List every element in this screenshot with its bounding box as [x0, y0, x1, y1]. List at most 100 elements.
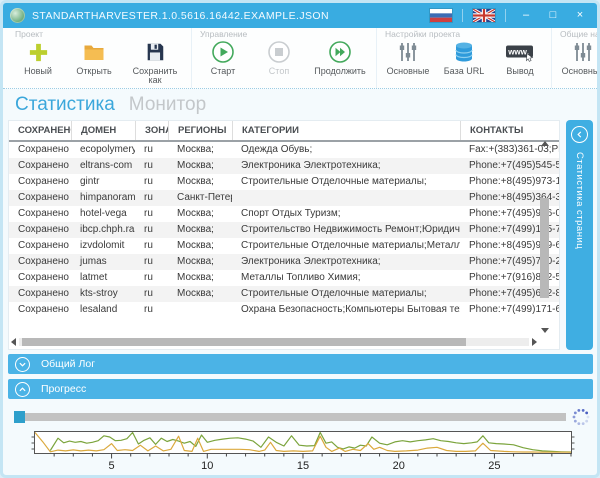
table-cell: hotel-vega [71, 206, 135, 222]
progress-bar-value [14, 411, 25, 423]
table-cell: Сохранено [9, 158, 71, 174]
table-row[interactable]: Сохраненоeltrans-comruМосква;Электроника… [9, 158, 559, 174]
page-statistics-side-panel[interactable]: Статистика страниц [566, 120, 593, 350]
table-cell: ru [135, 206, 168, 222]
table-cell: ru [135, 158, 168, 174]
toolbar-group-project-settings: Настройки проекта Основные База URL [377, 28, 552, 88]
open-button[interactable]: Открыть [71, 39, 117, 86]
app-window: STANDARTHARVESTER.1.0.5616.16442.EXAMPLE… [0, 0, 600, 478]
table-row[interactable]: СохраненоlatmetruМосква;Металлы Топливо … [9, 270, 559, 286]
progress-chart: 510152025 [21, 431, 590, 473]
continue-button[interactable]: Продолжить [312, 39, 368, 76]
stop-button[interactable]: Стоп [256, 39, 302, 76]
table-cell: Сохранено [9, 286, 71, 302]
table-cell: ru [135, 190, 168, 206]
table-cell: ibcp.chph.ras [71, 222, 135, 238]
url-base-button[interactable]: База URL [441, 39, 487, 76]
window-title: STANDARTHARVESTER.1.0.5616.16442.EXAMPLE… [32, 10, 423, 22]
svg-text:15: 15 [297, 460, 309, 472]
table-cell [232, 190, 460, 206]
table-cell: Сохранено [9, 238, 71, 254]
progress-panel-header[interactable]: Прогресс [8, 379, 593, 399]
table-cell: himpanorama.oml [71, 190, 135, 206]
loading-spinner-icon [572, 408, 590, 426]
chevron-up-icon[interactable] [15, 382, 30, 397]
table-cell: Электроника Электротехника; [232, 158, 460, 174]
table-cell: Москва; [168, 238, 232, 254]
table-cell: Строительство Недвижимость Ремонт;Юридич… [232, 222, 460, 238]
tab-statistics[interactable]: Статистика [15, 94, 115, 116]
log-panel-header[interactable]: Общий Лог [8, 354, 593, 374]
table-cell: Строительные Отделочные материалы; [232, 286, 460, 302]
output-button[interactable]: www. Вывод [497, 39, 543, 76]
table-cell: Москва; [168, 222, 232, 238]
minimize-button[interactable]: – [516, 3, 536, 28]
scroll-down-icon[interactable] [541, 328, 549, 333]
scroll-left-icon[interactable] [11, 338, 16, 346]
column-header[interactable]: КОНТАКТЫ [460, 121, 559, 140]
toolbar-group-project: Проект Новый Открыть [7, 28, 192, 88]
column-header[interactable]: ДОМЕН [71, 121, 135, 140]
line-chart: 510152025 [21, 431, 585, 473]
table-cell: Москва; [168, 158, 232, 174]
scroll-up-icon[interactable] [541, 141, 549, 146]
close-button[interactable]: × [570, 3, 590, 28]
svg-text:10: 10 [201, 460, 213, 472]
horizontal-scrollbar-thumb[interactable] [22, 338, 466, 346]
progress-panel-title: Прогресс [41, 383, 86, 395]
uk-flag-icon[interactable] [473, 9, 495, 22]
table-cell: kts-stroy [71, 286, 135, 302]
table-row[interactable]: Сохраненоhotel-vegaruМосква;Спорт Отдых … [9, 206, 559, 222]
table-row[interactable]: Сохраненоibcp.chph.rasruМосква;Строитель… [9, 222, 559, 238]
column-header[interactable]: ЗОНА [135, 121, 168, 140]
horizontal-scrollbar-track[interactable] [19, 338, 529, 346]
table-cell: Сохранено [9, 142, 71, 158]
main-content: СОХРАНЕНОДОМЕНЗОНАРЕГИОНЫКАТЕГОРИИКОНТАК… [8, 120, 593, 350]
table-cell: Строительные Отделочные материалы; [232, 174, 460, 190]
scroll-right-icon[interactable] [532, 338, 537, 346]
vertical-scrollbar-thumb[interactable] [540, 198, 549, 298]
table-cell: Сохранено [9, 254, 71, 270]
expand-left-icon[interactable] [571, 126, 588, 143]
table-cell: Санкт-Петербург; [168, 190, 232, 206]
www-icon: www. [505, 39, 535, 65]
table-row[interactable]: Сохраненоkts-stroyruМосква;Строительные … [9, 286, 559, 302]
table-row[interactable]: Сохраненоhimpanorama.omlruСанкт-Петербур… [9, 190, 559, 206]
table-cell: ru [135, 238, 168, 254]
horizontal-scrollbar[interactable] [11, 336, 537, 347]
stop-circle-icon [267, 39, 291, 65]
start-button[interactable]: Старт [200, 39, 246, 76]
project-settings-main-button[interactable]: Основные [385, 39, 431, 76]
table-row[interactable]: СохраненоlesalandruОхрана Безопасность;К… [9, 302, 559, 318]
save-as-button[interactable]: Сохранить как [127, 39, 183, 86]
maximize-button[interactable]: □ [543, 3, 563, 28]
new-button[interactable]: Новый [15, 39, 61, 86]
vertical-scrollbar[interactable] [539, 141, 550, 333]
column-header[interactable]: СОХРАНЕНО [9, 121, 71, 140]
table-row[interactable]: СохраненоizvdolomitruМосква;Строительные… [9, 238, 559, 254]
database-icon [452, 39, 476, 65]
table-cell: Одежда Обувь; [232, 142, 460, 158]
column-header[interactable]: КАТЕГОРИИ [232, 121, 460, 140]
folder-icon [82, 39, 106, 65]
general-settings-main-button[interactable]: Основные [560, 39, 600, 86]
table-cell: latmet [71, 270, 135, 286]
table-cell: ru [135, 254, 168, 270]
table-cell: ru [135, 174, 168, 190]
floppy-disk-icon [144, 39, 166, 65]
table-cell: jumas [71, 254, 135, 270]
chevron-down-icon[interactable] [15, 357, 30, 372]
russian-flag-icon[interactable] [430, 9, 452, 22]
table-cell: ru [135, 142, 168, 158]
table-row[interactable]: СохраненоecopolymeryruМосква;Одежда Обув… [9, 142, 559, 158]
svg-text:www.: www. [507, 48, 529, 57]
table-row[interactable]: СохраненоgintrruМосква;Строительные Отде… [9, 174, 559, 190]
table-cell: Москва; [168, 206, 232, 222]
table-cell: Спорт Отдых Туризм; [232, 206, 460, 222]
results-table: СОХРАНЕНОДОМЕНЗОНАРЕГИОНЫКАТЕГОРИИКОНТАК… [8, 120, 560, 350]
table-row[interactable]: СохраненоjumasruМосква;Электроника Элект… [9, 254, 559, 270]
tab-monitor[interactable]: Монитор [129, 94, 206, 116]
titlebar-divider [505, 9, 506, 22]
table-cell: Металлы Топливо Химия; [232, 270, 460, 286]
column-header[interactable]: РЕГИОНЫ [168, 121, 232, 140]
